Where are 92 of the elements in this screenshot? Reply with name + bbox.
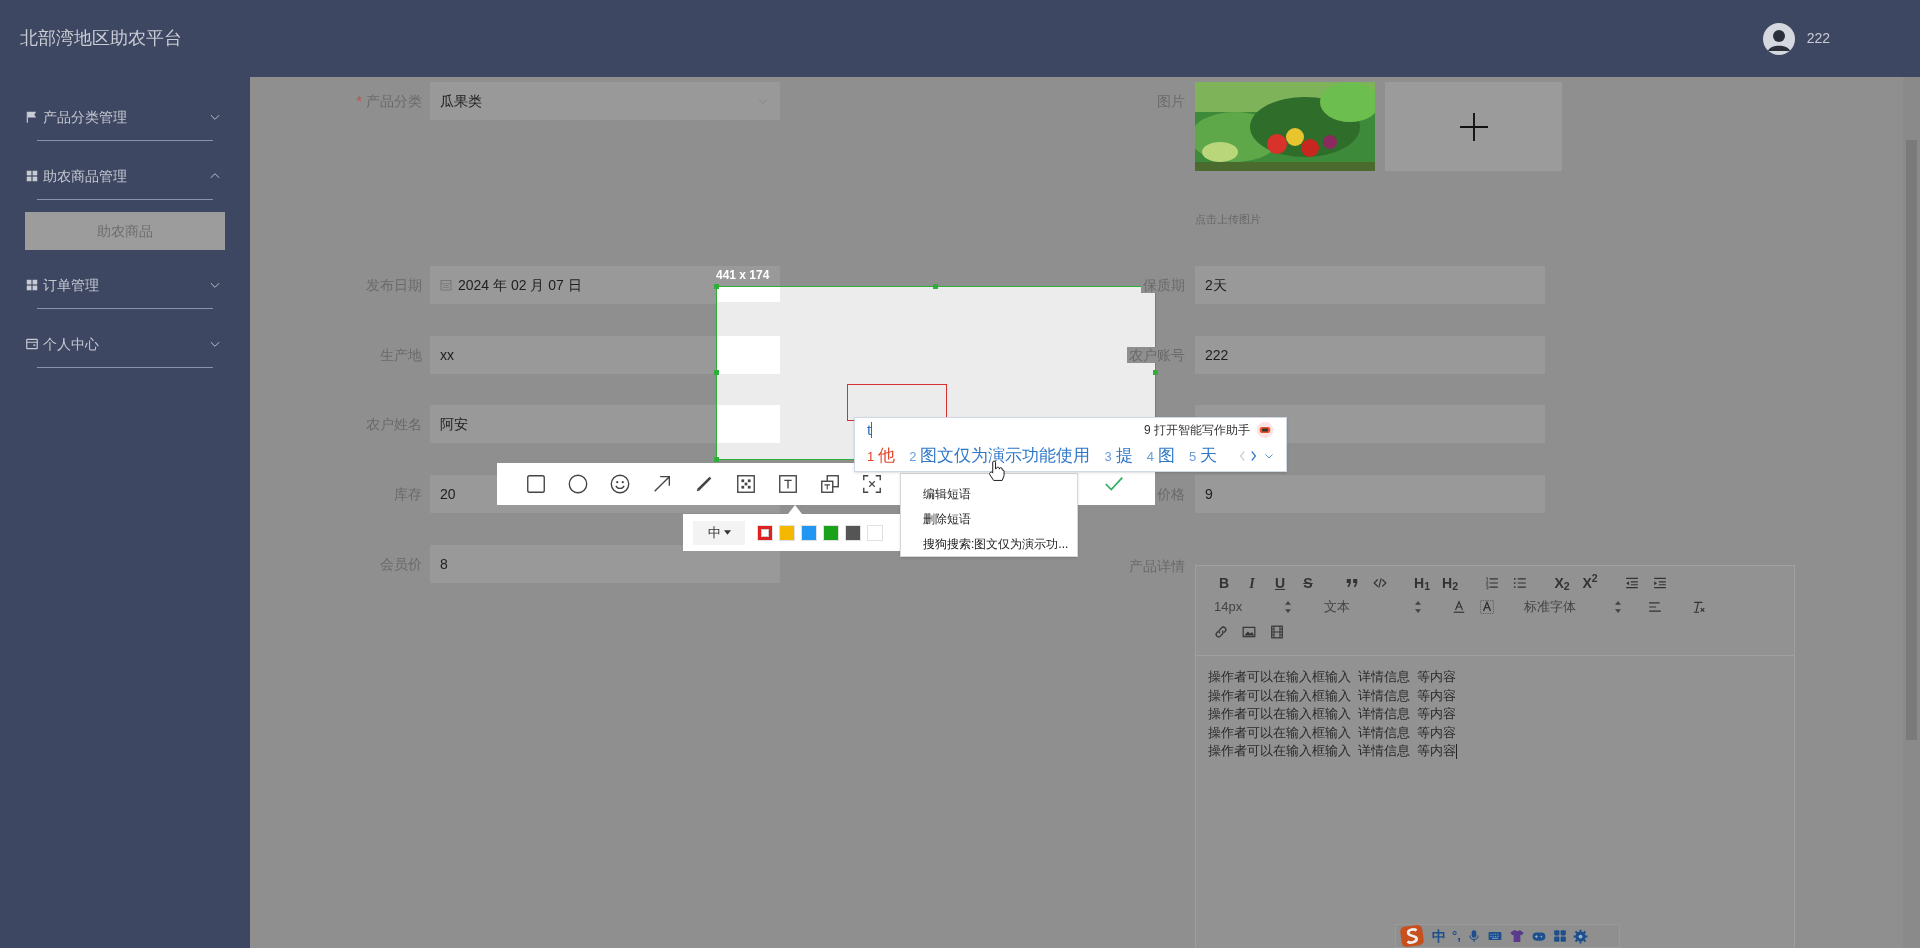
keyboard-icon[interactable] [1486, 929, 1503, 943]
text-color-icon[interactable] [1452, 600, 1466, 614]
input-method-logo-icon[interactable] [1398, 924, 1426, 948]
color-swatch[interactable] [757, 524, 773, 541]
user-name[interactable]: 222 [1806, 28, 1830, 49]
resize-handle[interactable] [714, 370, 719, 375]
selection-size-label: 441 x 174 [716, 267, 770, 284]
flag-icon [25, 110, 39, 124]
caret-down-icon [723, 530, 731, 535]
input-field[interactable]: 8 [430, 545, 780, 583]
input-mode-toggle[interactable]: 中 [1432, 925, 1446, 947]
menu-item[interactable]: 搜狗搜索:图文仅为演示功... [901, 532, 1077, 557]
ime-candidate[interactable]: 3 提 [1104, 443, 1133, 469]
resize-handle[interactable] [714, 284, 719, 289]
numbered-list-icon[interactable] [1485, 576, 1499, 590]
image-icon[interactable] [1242, 625, 1256, 639]
input-field[interactable]: 222 [1195, 336, 1545, 374]
editor-text-line: 操作者可以在输入框输入 详情信息 等内容 [1208, 705, 1457, 723]
editor-text-line: 操作者可以在输入框输入 详情信息 等内容 [1208, 668, 1457, 686]
format-button[interactable]: U [1266, 572, 1294, 594]
film-icon[interactable] [1270, 625, 1284, 639]
color-swatch[interactable] [867, 524, 883, 541]
editor-text-line: 操作者可以在输入框输入 详情信息 等内容 [1208, 742, 1457, 760]
microphone-icon[interactable] [1466, 928, 1481, 944]
grid-icon [25, 278, 39, 292]
align-left-icon[interactable] [1648, 600, 1662, 614]
up-down-arrows-icon [1614, 601, 1622, 613]
link-icon[interactable] [1214, 625, 1228, 639]
bullet-list-icon[interactable] [1513, 576, 1527, 590]
avatar-icon[interactable] [1762, 22, 1795, 55]
code-icon[interactable] [1373, 576, 1387, 590]
up-down-arrows-icon [1284, 601, 1292, 613]
shirt-icon[interactable] [1508, 928, 1525, 944]
sidebar-item[interactable]: 订单管理 [25, 262, 225, 308]
heading-button[interactable]: H$_{2}$ [1436, 572, 1464, 594]
scan-text-icon[interactable] [861, 473, 883, 495]
menu-item[interactable]: 编辑短语 [901, 482, 1077, 507]
punctuation-toggle[interactable]: °, [1452, 926, 1461, 946]
sidebar-item[interactable]: 助农商品管理 [25, 153, 225, 199]
outdent-icon[interactable] [1625, 576, 1639, 590]
format-button[interactable]: B [1210, 572, 1238, 594]
script-button[interactable]: X$^{2}$ [1576, 572, 1604, 594]
sidebar-item[interactable]: 产品分类管理 [25, 94, 225, 140]
card-icon [25, 337, 39, 351]
pen-size-select[interactable]: 中 [693, 520, 745, 545]
up-down-arrows-icon [1414, 601, 1422, 613]
input-field[interactable]: 9 [1195, 475, 1545, 513]
color-swatch[interactable] [823, 524, 839, 541]
ime-assistant-link[interactable]: 9 打开智能写作助手 [1144, 421, 1250, 439]
highlight-color-icon[interactable] [1480, 600, 1494, 614]
field-background [717, 287, 780, 302]
text-tool-icon[interactable] [777, 473, 799, 495]
indent-icon[interactable] [1653, 576, 1667, 590]
color-swatch[interactable] [779, 524, 795, 541]
plus-icon [1459, 112, 1488, 141]
rectangle-tool-icon[interactable] [525, 473, 547, 495]
ime-typed-text: t [867, 419, 872, 440]
editor-text-line: 操作者可以在输入框输入 详情信息 等内容 [1208, 686, 1457, 705]
heading-button[interactable]: H$_{1}$ [1408, 572, 1436, 594]
clear-format-icon[interactable] [1692, 600, 1706, 614]
resize-handle[interactable] [1153, 370, 1158, 375]
format-button[interactable]: S [1294, 572, 1322, 594]
font-size-select[interactable]: 14px [1210, 597, 1300, 617]
color-swatch[interactable] [845, 524, 861, 541]
script-button[interactable]: X$_{2}$ [1548, 572, 1576, 594]
ime-candidate[interactable]: 2 图文仅为演示功能使用 [909, 443, 1091, 469]
input-field[interactable]: 2天 [1195, 266, 1545, 304]
app-title: 北部湾地区助农平台 [20, 27, 182, 50]
circle-tool-icon[interactable] [567, 473, 589, 495]
calendar-icon [440, 279, 452, 291]
grid-icon [25, 169, 39, 183]
resize-handle[interactable] [714, 457, 719, 462]
resize-handle[interactable] [933, 284, 938, 289]
ime-candidate[interactable]: 4 图 [1146, 443, 1175, 469]
color-swatch[interactable] [801, 524, 817, 541]
format-button[interactable]: I [1238, 572, 1266, 594]
font-family-select[interactable]: 标准字体 [1520, 597, 1630, 617]
mosaic-tool-icon[interactable] [735, 473, 757, 495]
ime-candidate[interactable]: 5 天 [1188, 443, 1218, 469]
block-type-select[interactable]: 文本 [1320, 597, 1430, 617]
settings-icon[interactable] [1572, 928, 1588, 944]
editor-text-line: 操作者可以在输入框输入 详情信息 等内容 [1208, 723, 1457, 742]
sidebar-item[interactable]: 个人中心 [25, 321, 225, 367]
translate-icon[interactable] [819, 473, 841, 495]
smiley-icon[interactable] [609, 473, 631, 495]
quote-icon[interactable] [1345, 576, 1359, 590]
select-field[interactable]: 瓜果类 [430, 82, 780, 120]
menu-item[interactable]: 删除短语 [901, 507, 1077, 532]
apps-grid-icon[interactable] [1552, 929, 1567, 943]
ime-candidate[interactable]: 1 他 [867, 443, 896, 469]
mascot-icon[interactable] [1256, 421, 1274, 439]
text-cursor [871, 422, 873, 438]
